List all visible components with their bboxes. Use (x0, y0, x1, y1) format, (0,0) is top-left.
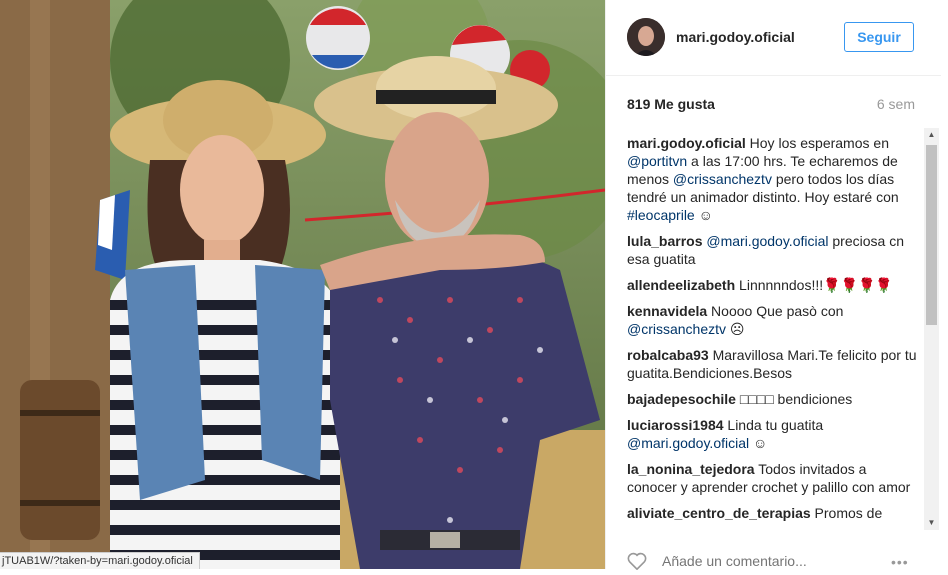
mention-link[interactable]: @crissancheztv (627, 321, 726, 337)
comment-text: □□□□ bendiciones (739, 391, 853, 407)
scrollbar-thumb[interactable] (926, 145, 937, 325)
list-item: robalcaba93 Maravillosa Mari.Te felicito… (627, 346, 917, 382)
heart-icon[interactable] (627, 552, 647, 571)
comment-username[interactable]: lula_barros (627, 233, 702, 249)
mention-link[interactable]: @mari.godoy.oficial (627, 435, 749, 451)
scroll-up-arrow-icon[interactable]: ▲ (924, 128, 939, 142)
status-bar-url: jTUAB1W/?taken-by=mari.godoy.oficial (0, 552, 200, 569)
avatar[interactable] (627, 18, 665, 56)
mention-link[interactable]: @portitvn (627, 153, 687, 169)
comment-username[interactable]: luciarossi1984 (627, 417, 724, 433)
post-side-panel: mari.godoy.oficial Seguir 819 Me gusta 6… (605, 0, 948, 571)
hashtag-link[interactable]: #leocaprile (627, 207, 695, 223)
list-item: la_nonina_tejedora Todos invitados a con… (627, 460, 917, 496)
list-item: allendeelizabeth Linnnnndos!!!🌹🌹🌹🌹 (627, 276, 917, 294)
scroll-down-arrow-icon[interactable]: ▼ (924, 516, 939, 530)
comment-input[interactable] (662, 553, 862, 569)
post-photo[interactable]: jTUAB1W/?taken-by=mari.godoy.oficial (0, 0, 605, 569)
likes-count[interactable]: 819 Me gusta (627, 96, 715, 112)
post-header: mari.godoy.oficial Seguir (606, 0, 941, 76)
mention-link[interactable]: @mari.godoy.oficial (706, 233, 828, 249)
list-item: kennavidela Noooo Que pasò con @crissanc… (627, 302, 917, 338)
comment-username[interactable]: aliviate_centro_de_terapias (627, 505, 811, 521)
comment-text: Linnnnndos!!!🌹🌹🌹🌹 (739, 277, 893, 293)
list-item: lula_barros @mari.godoy.oficial preciosa… (627, 232, 917, 268)
comment-username[interactable]: bajadepesochile (627, 391, 736, 407)
follow-button[interactable]: Seguir (844, 22, 914, 52)
comments-scrollbar[interactable]: ▲ ▼ (924, 128, 939, 530)
comment-username[interactable]: mari.godoy.oficial (627, 135, 746, 151)
post-time[interactable]: 6 sem (877, 96, 915, 112)
post-username[interactable]: mari.godoy.oficial (676, 29, 795, 45)
list-item: luciarossi1984 Linda tu guatita @mari.go… (627, 416, 917, 452)
list-item: mari.godoy.oficial Hoy los esperamos en … (627, 134, 917, 224)
comment-text: Promos de (814, 505, 883, 521)
comment-username[interactable]: allendeelizabeth (627, 277, 735, 293)
likes-row: 819 Me gusta 6 sem (627, 96, 915, 112)
add-comment-row: ••• (627, 550, 927, 571)
list-item: bajadepesochile □□□□ bendiciones (627, 390, 917, 408)
comment-username[interactable]: la_nonina_tejedora (627, 461, 755, 477)
comment-username[interactable]: kennavidela (627, 303, 707, 319)
mention-link[interactable]: @crissancheztv (673, 171, 772, 187)
comment-username[interactable]: robalcaba93 (627, 347, 709, 363)
comments-list[interactable]: mari.godoy.oficial Hoy los esperamos en … (627, 134, 917, 529)
more-options-icon[interactable]: ••• (891, 554, 909, 570)
list-item: aliviate_centro_de_terapias Promos de (627, 504, 917, 522)
